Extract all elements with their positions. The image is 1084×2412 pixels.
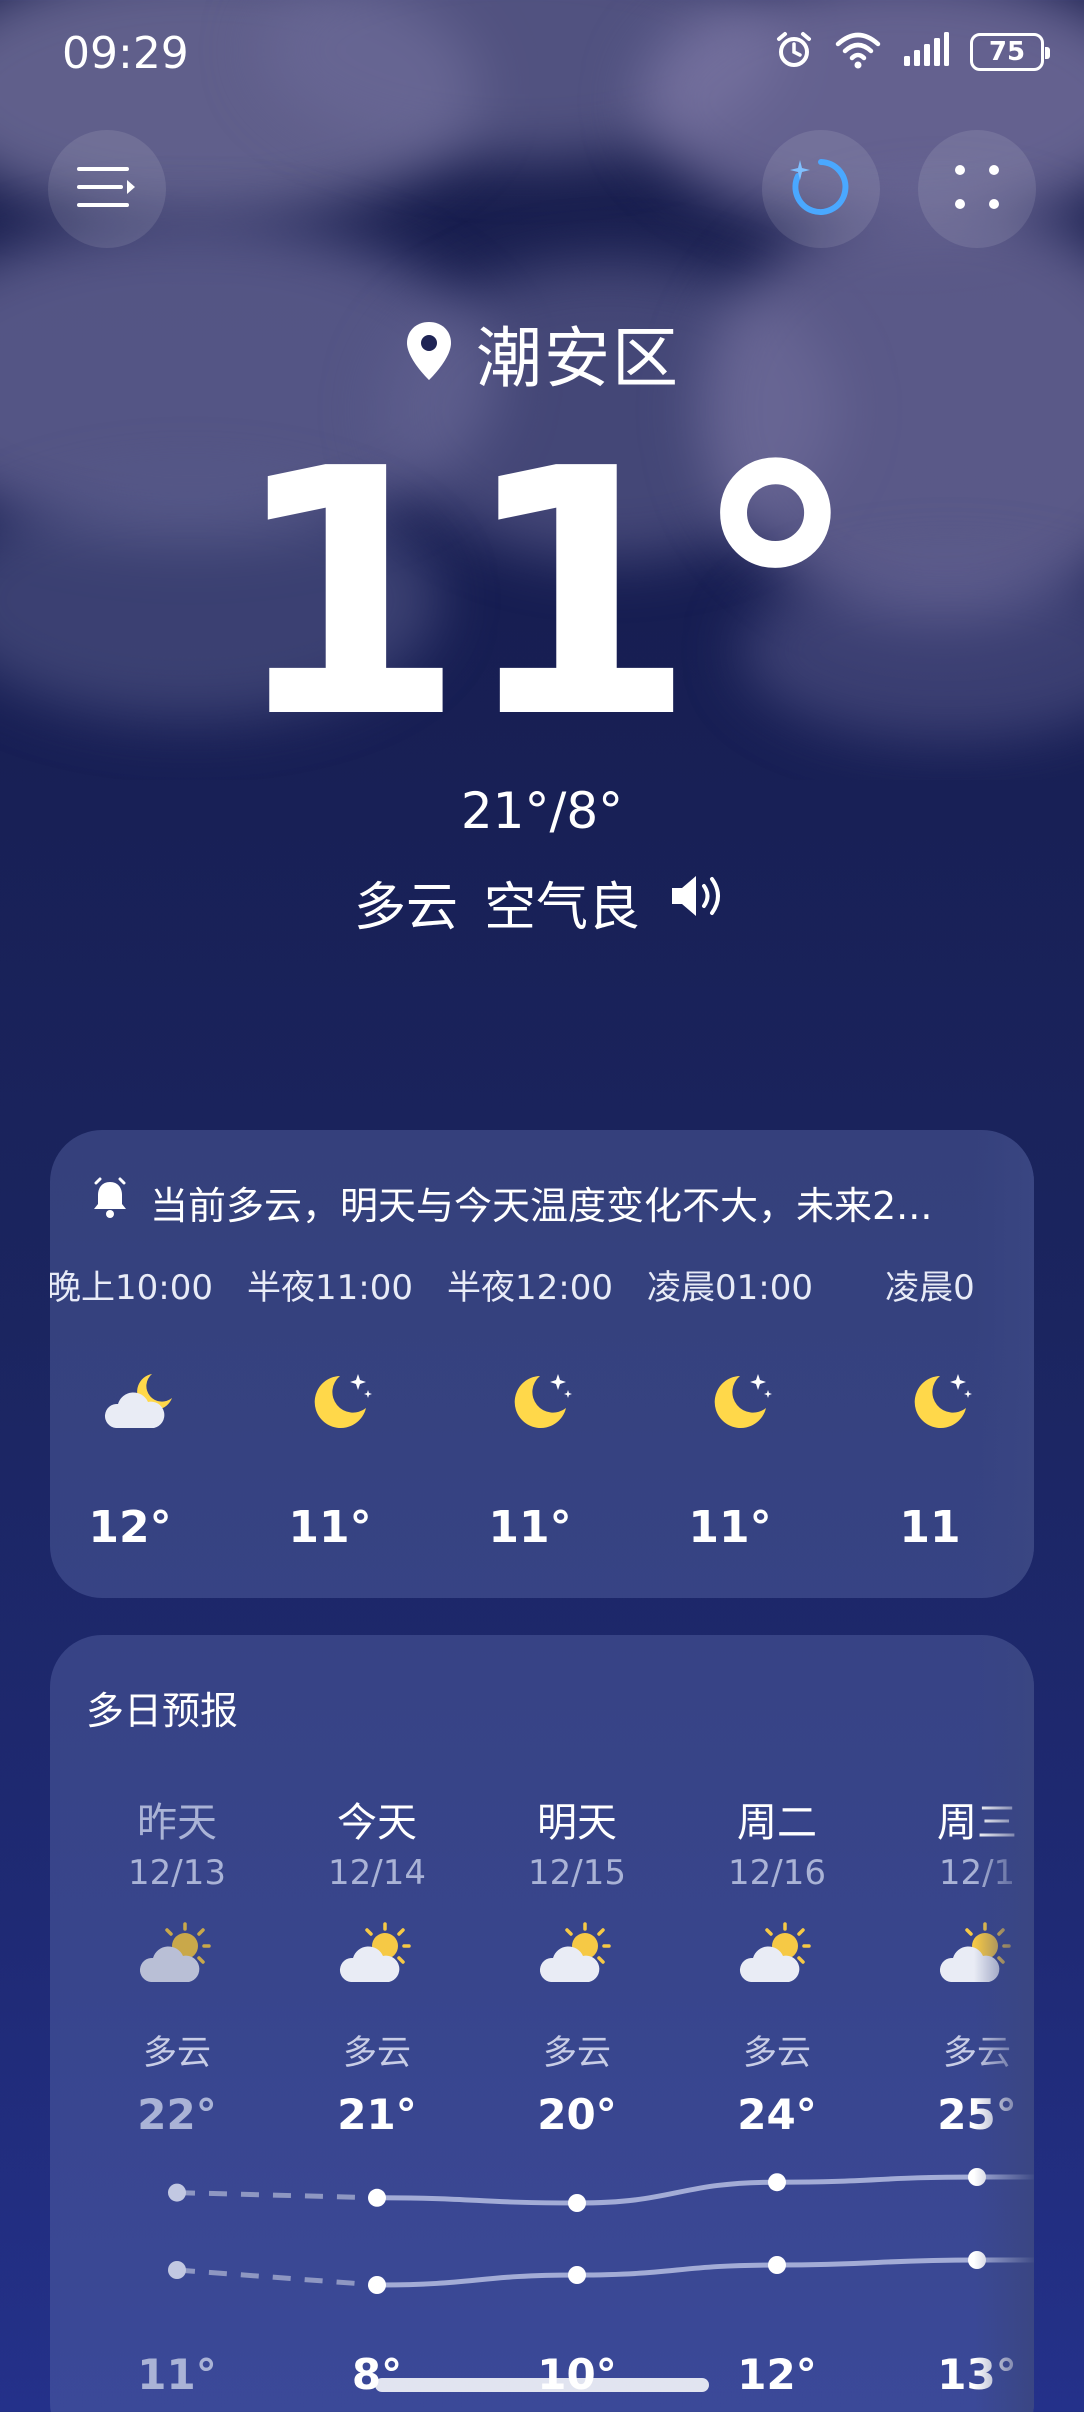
day-condition: 多云 <box>743 2033 811 2073</box>
status-bar: 09:29 75 <box>0 0 1084 110</box>
status-icons: 75 <box>774 30 1050 74</box>
day-condition: 多云 <box>343 2033 411 2073</box>
day-condition: 多云 <box>143 2033 211 2073</box>
refresh-button[interactable] <box>762 130 880 248</box>
cloudy-night-icon <box>100 1368 180 1442</box>
more-button[interactable] <box>918 130 1036 248</box>
temperature-curve <box>168 2168 1034 2294</box>
day-date: 12/13 <box>128 1853 226 1893</box>
forecast-title: 多日预报 <box>86 1689 239 1733</box>
battery-icon: 75 <box>970 33 1050 71</box>
high-temp-line <box>376 2174 1034 2206</box>
day-name: 昨天 <box>137 1800 217 1846</box>
hour-time: 凌晨01:00 <box>647 1268 813 1308</box>
clear-night-icon <box>500 1368 580 1442</box>
temperature-range: 21°/8° <box>460 782 624 840</box>
clear-night-icon <box>700 1368 780 1442</box>
hour-temperature: 11° <box>488 1502 572 1553</box>
day-name: 周二 <box>737 1800 817 1846</box>
day-condition: 多云 <box>543 2033 611 2073</box>
bell-icon <box>90 1177 130 1228</box>
low-temp-point <box>568 2266 586 2284</box>
low-temp-point <box>768 2256 786 2274</box>
high-temp-point <box>168 2183 186 2202</box>
alarm-icon <box>774 30 814 74</box>
partly-cloudy-icon <box>537 1920 617 1994</box>
day-name: 明天 <box>537 1800 617 1846</box>
low-temp-line <box>376 2257 1034 2288</box>
day-high-temp: 20° <box>537 2090 617 2139</box>
more-icon <box>952 162 1002 216</box>
hour-temperature: 12° <box>88 1502 172 1553</box>
partly-cloudy-icon <box>137 1920 217 1994</box>
current-temperature: 11° <box>229 397 860 793</box>
day-high-temp: 21° <box>337 2090 417 2139</box>
day-high-temp: 24° <box>737 2090 817 2139</box>
scroll-fade <box>974 1635 1034 2412</box>
high-temp-point <box>768 2173 786 2192</box>
weather-alert[interactable]: 当前多云，明天与今天温度变化不大，未来2... <box>90 1175 1010 1230</box>
clear-night-icon <box>300 1368 380 1442</box>
alert-text: 当前多云，明天与今天温度变化不大，未来2... <box>150 1184 933 1228</box>
condition-text: 多云 <box>353 878 458 938</box>
hour-time: 半夜12:00 <box>447 1268 613 1308</box>
scroll-fade <box>974 1130 1034 1598</box>
menu-icon <box>75 163 139 215</box>
location-name: 潮安区 <box>476 320 680 397</box>
air-quality-text: 空气良 <box>484 878 641 938</box>
low-temp-past-segment <box>176 2267 378 2288</box>
clear-night-icon <box>900 1368 980 1442</box>
day-name: 今天 <box>337 1800 417 1846</box>
condition-row: 多云 空气良 <box>0 865 1084 940</box>
location-header[interactable]: 潮安区 <box>0 305 1084 401</box>
wifi-icon <box>834 30 882 74</box>
day-date: 12/16 <box>728 1853 826 1893</box>
high-temp-point <box>568 2194 586 2212</box>
low-temp-point <box>368 2276 386 2294</box>
battery-level: 75 <box>988 37 1026 67</box>
location-pin-icon <box>404 320 454 386</box>
day-low-temp: 11° <box>137 2350 217 2399</box>
status-time: 09:29 <box>62 28 189 79</box>
hour-temperature: 11° <box>688 1502 772 1553</box>
daily-forecast-card[interactable]: 多日预报 昨天 12/13 多云 22° 11° 今天 12/14 多云 21° 8° 明天 12/1… <box>50 1635 1034 2412</box>
day-date: 12/15 <box>528 1853 626 1893</box>
partly-cloudy-icon <box>337 1920 417 1994</box>
day-date: 12/14 <box>328 1853 426 1893</box>
high-temp-past-segment <box>176 2190 378 2201</box>
partly-cloudy-icon <box>737 1920 817 1994</box>
hourly-forecast-card[interactable]: 当前多云，明天与今天温度变化不大，未来2... 晚上10:00 12° 半夜11:0… <box>50 1130 1034 1598</box>
refresh-icon <box>786 152 856 226</box>
high-temp-point <box>368 2188 386 2207</box>
menu-button[interactable] <box>48 130 166 248</box>
day-high-temp: 22° <box>137 2090 217 2139</box>
speaker-icon[interactable] <box>666 870 730 935</box>
hour-time: 半夜11:00 <box>247 1268 413 1308</box>
hour-temperature: 11° <box>288 1502 372 1553</box>
low-temp-point <box>168 2261 186 2279</box>
signal-icon <box>902 32 950 72</box>
home-indicator[interactable] <box>375 2378 709 2392</box>
day-low-temp: 12° <box>737 2350 817 2399</box>
hour-time: 晚上10:00 <box>50 1268 213 1308</box>
